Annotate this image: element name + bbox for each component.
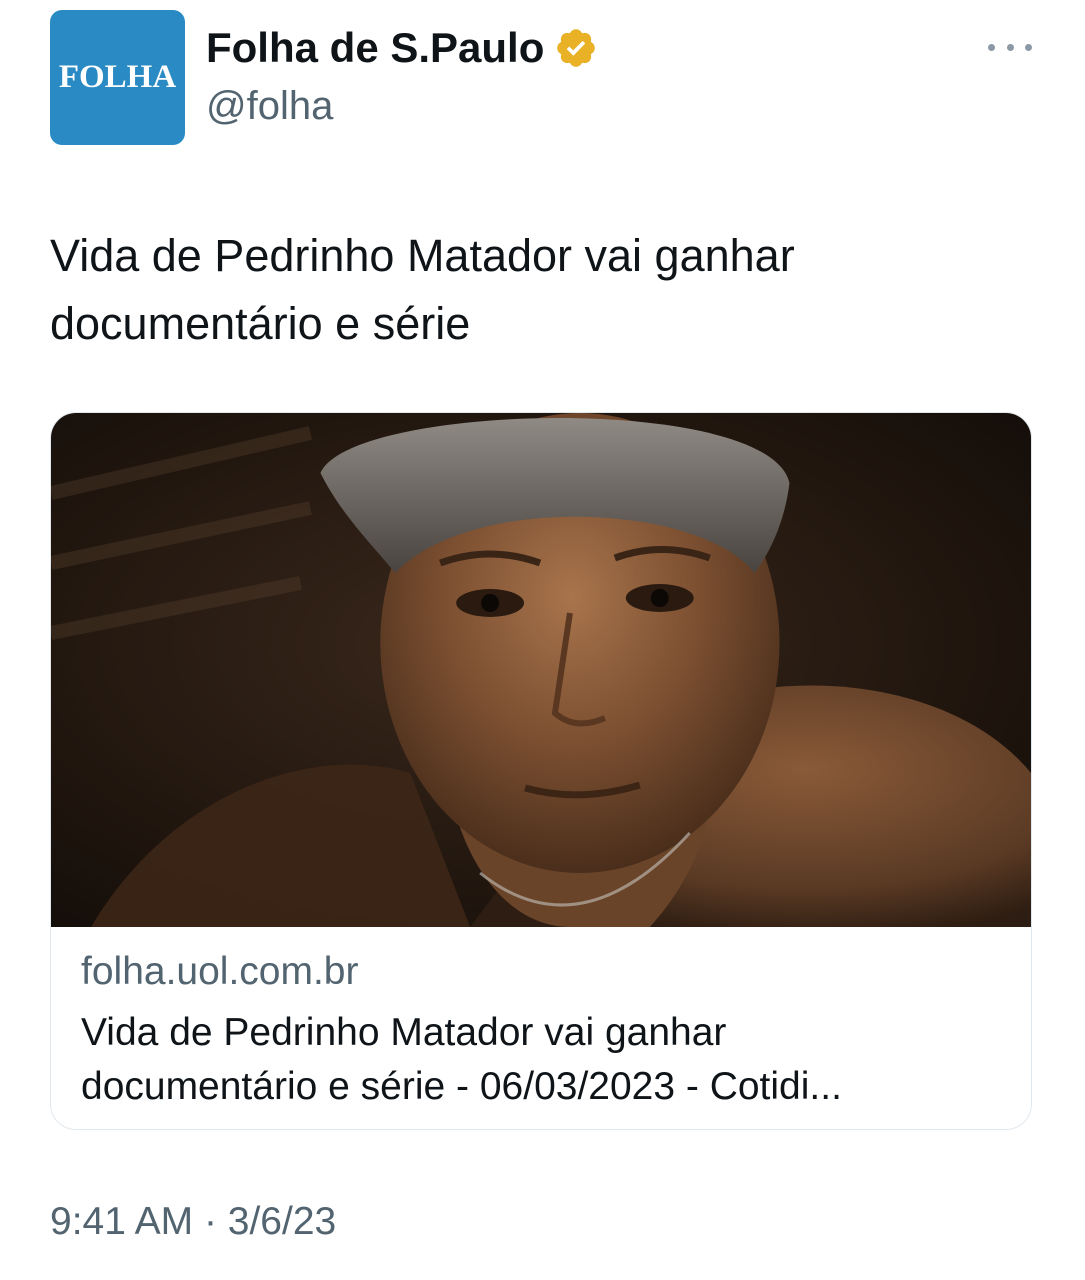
tweet-text: Vida de Pedrinho Matador vai ganhar docu… [50, 222, 1030, 358]
dot [988, 43, 995, 51]
avatar-logo-text: FOLHA [58, 59, 177, 95]
card-title-line: documentário e série - 06/03/2023 - Coti… [81, 1065, 842, 1108]
more-horizontal-icon[interactable] [988, 32, 1032, 62]
display-name-row[interactable]: Folha de S.Paulo [206, 24, 598, 72]
article-photo[interactable] [51, 413, 1031, 927]
tweet-date: 3/6/23 [227, 1200, 337, 1243]
handle[interactable]: @folha [206, 84, 333, 129]
verified-badge-icon[interactable] [554, 26, 598, 70]
avatar[interactable]: FOLHA [50, 10, 185, 145]
timestamp[interactable]: 9:41 AM · 3/6/23 [50, 1200, 336, 1244]
display-name[interactable]: Folha de S.Paulo [206, 24, 544, 72]
dot [1025, 43, 1032, 51]
tweet-text-line: Vida de Pedrinho Matador vai ganhar [50, 230, 795, 281]
link-preview-card[interactable]: folha.uol.com.br Vida de Pedrinho Matado… [50, 412, 1032, 1130]
tweet-text-line: documentário e série [50, 298, 471, 349]
dot [1006, 43, 1014, 51]
tweet-time: 9:41 AM [50, 1200, 194, 1243]
timestamp-separator: · [203, 1200, 217, 1243]
card-domain[interactable]: folha.uol.com.br [81, 950, 358, 994]
card-title-line: Vida de Pedrinho Matador vai ganhar [81, 1011, 727, 1054]
card-title[interactable]: Vida de Pedrinho Matador vai ganhar docu… [81, 1006, 1011, 1114]
